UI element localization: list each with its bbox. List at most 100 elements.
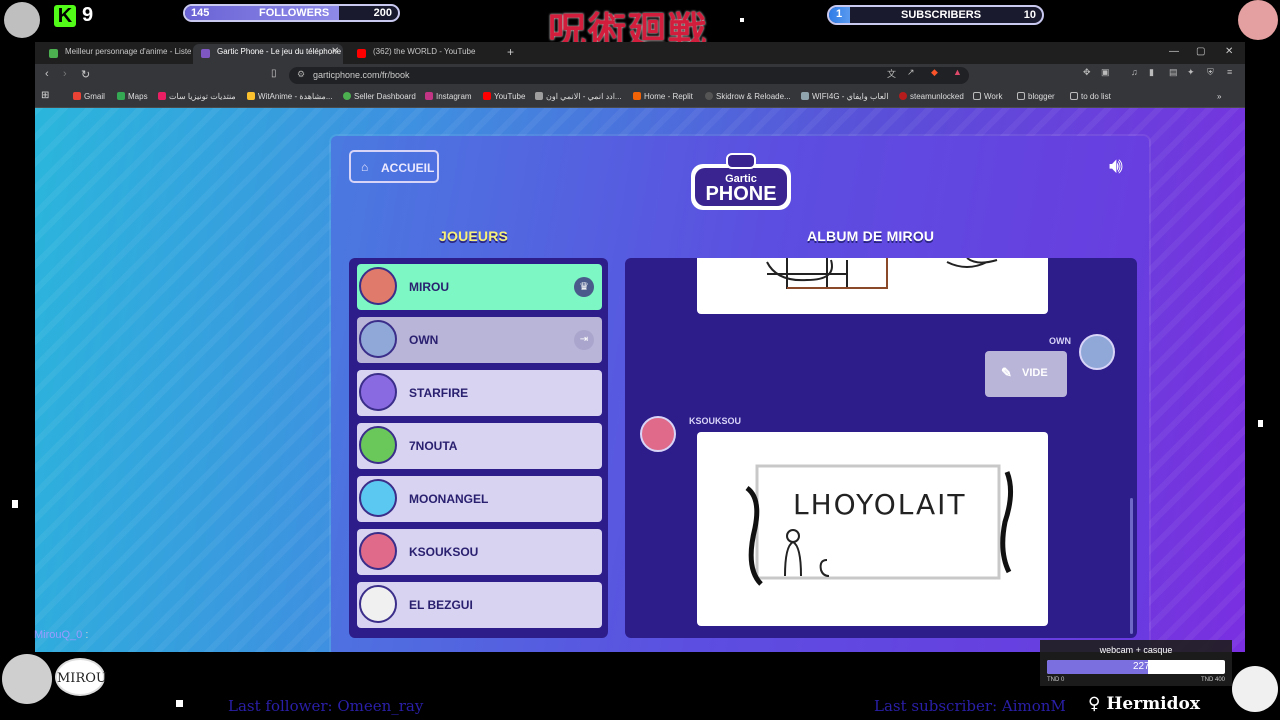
menu-icon[interactable]: ≡: [1227, 67, 1232, 77]
players-title: JOUEURS: [439, 228, 509, 244]
player-avatar: [359, 585, 397, 623]
wifi4g-icon: [801, 92, 809, 100]
subscribers-label: SUBSCRIBERS: [901, 9, 982, 21]
bookmark-witanime[interactable]: WitAnime - مشاهدة...: [247, 92, 332, 101]
more-bookmarks-chevron-icon[interactable]: »: [1217, 92, 1221, 101]
last-follower-text: Last follower: Omeen_ray: [228, 697, 424, 715]
drawing-sketch: LHOYOLAIT: [745, 464, 1013, 586]
anime-icon: [535, 92, 543, 100]
bookmark-replit[interactable]: Home - Replit: [633, 92, 693, 101]
bookmark-maps[interactable]: Maps: [117, 92, 148, 101]
bookmark-label: Gmail: [84, 92, 105, 101]
player-row: EL BEZGUI: [357, 582, 602, 628]
album-drawing-ksouksou: LHOYOLAIT: [697, 432, 1048, 626]
bookmark-tunisia-sat[interactable]: منتديات تونيزيا سات: [158, 92, 236, 101]
sound-speaker-icon[interactable]: 🔊︎: [1109, 153, 1123, 179]
own-avatar: [1079, 334, 1115, 370]
back-arrow-icon[interactable]: ‹: [45, 68, 49, 80]
bookmark-folder-todo[interactable]: to do list: [1070, 92, 1111, 101]
mirou-logo-badge: MIROU: [55, 658, 107, 696]
album-scrollbar[interactable]: [1130, 498, 1133, 634]
tab-youtube[interactable]: (362) the WORLD - YouTube: [349, 44, 499, 64]
bookmark-label: Work: [984, 92, 1003, 101]
chat-username: MirouQ_0: [34, 629, 83, 641]
subscribers-goal: 10: [1023, 9, 1036, 21]
bookmark-label: YouTube: [494, 92, 526, 101]
bookmark-folder-blogger[interactable]: blogger: [1017, 92, 1055, 101]
speck-decoration: [176, 700, 183, 707]
tab-gartic-phone[interactable]: Gartic Phone - Le jeu du téléphone: [193, 44, 343, 64]
site-info-icon[interactable]: ⚙: [297, 69, 305, 80]
address-bar[interactable]: ⚙ garticphone.com/fr/book: [289, 67, 969, 84]
bookmark-youtube[interactable]: YouTube: [483, 92, 525, 101]
crown-icon: ♛: [574, 277, 594, 297]
media-icon[interactable]: ♫: [1131, 67, 1138, 77]
players-list: MIROU ♛ OWN ⇥ STARFIRE 7NOUTA MOONANGEL …: [349, 258, 608, 638]
followers-label: FOLLOWERS: [259, 7, 330, 19]
brave-rewards-icon[interactable]: ▲: [953, 67, 962, 77]
player-name: MOONANGEL: [409, 492, 489, 506]
game-panel: ⌂ ACCUEIL Gartic PHONE 🔊︎ JOUEURS ALBUM …: [331, 136, 1149, 652]
player-avatar: [359, 320, 397, 358]
bookmark-instagram[interactable]: Instagram: [425, 92, 472, 101]
browser-window: Meilleur personnage d'anime - Liste Gart…: [35, 42, 1245, 652]
tab-bar: Meilleur personnage d'anime - Liste Gart…: [35, 42, 1245, 64]
player-row: OWN ⇥: [357, 317, 602, 363]
followers-current: 145: [191, 7, 210, 19]
bookmark-steamunlocked[interactable]: steamunlocked: [899, 92, 964, 101]
steam-icon: [899, 92, 907, 100]
vpn-icon[interactable]: ⛨: [1207, 67, 1214, 78]
maps-icon: [117, 92, 125, 100]
tab-title: (362) the WORLD - YouTube: [373, 47, 476, 56]
bookmark-icon[interactable]: ▯: [271, 68, 277, 79]
translate-icon[interactable]: 文: [887, 67, 896, 80]
youtube-icon: [483, 92, 491, 100]
folder-icon: [1070, 92, 1078, 100]
player-row: KSOUKSOU: [357, 529, 602, 575]
sidebar-icon[interactable]: ▣: [1101, 67, 1110, 78]
bookmark-gmail[interactable]: Gmail: [73, 92, 105, 101]
bookmark-wifi4g[interactable]: WIFI4G - العاب وايفاي: [801, 92, 888, 101]
hermidox-brand: ♀ Hermidox: [1088, 694, 1200, 714]
corner-avatar-right: [1238, 0, 1278, 40]
skidrow-icon: [705, 92, 713, 100]
bookmark-skidrow[interactable]: Skidrow & Reloade...: [705, 92, 791, 101]
speck-decoration: [1258, 420, 1263, 427]
forward-arrow-icon[interactable]: ›: [63, 68, 67, 80]
bookmark-label: Instagram: [436, 92, 472, 101]
tab-close-icon[interactable]: ✕: [331, 46, 339, 57]
album-drawing-previous: [697, 258, 1048, 314]
bookmark-label: Skidrow & Reloade...: [716, 92, 791, 101]
apps-grid-icon[interactable]: ⊞: [41, 90, 49, 101]
wallet-icon[interactable]: ▤: [1169, 67, 1178, 78]
leo-icon[interactable]: ✦: [1187, 67, 1195, 78]
bookmark-anime-online[interactable]: ادد انمي - الانمي اون...: [535, 92, 622, 101]
folder-icon: [973, 92, 981, 100]
home-button[interactable]: ⌂ ACCUEIL: [349, 150, 439, 183]
brave-shield-icon[interactable]: ◆: [931, 67, 938, 78]
kick-logo: K: [54, 5, 76, 27]
album-author-ksouksou: KSOUKSOU: [689, 416, 742, 426]
bookmark-seller-dashboard[interactable]: Seller Dashboard: [343, 92, 416, 101]
gartic-phone-logo: Gartic PHONE: [691, 153, 791, 210]
bookmark-folder-work[interactable]: Work: [973, 92, 1003, 101]
share-icon[interactable]: ↗: [907, 67, 915, 78]
instagram-icon: [425, 92, 433, 100]
bookmark-label: steamunlocked: [910, 92, 964, 101]
url-text: garticphone.com/fr/book: [313, 70, 410, 80]
new-tab-plus-icon[interactable]: +: [507, 45, 514, 59]
logo-main-text: PHONE: [705, 183, 776, 205]
reload-icon[interactable]: ↻: [81, 68, 90, 81]
extensions-icon[interactable]: ✥: [1083, 67, 1091, 78]
player-name: EL BEZGUI: [409, 598, 473, 612]
navigation-bar: ‹ › ↻ ▯ ⚙ garticphone.com/fr/book 文 ↗ ◆ …: [35, 64, 1245, 87]
speck-decoration: [740, 18, 744, 22]
album-feed[interactable]: OWN ✎ VIDE KSOUKSOU LHOYOLAIT: [625, 258, 1137, 638]
tab-anime-list[interactable]: Meilleur personnage d'anime - Liste: [41, 44, 191, 64]
maximize-icon[interactable]: ▢: [1196, 46, 1205, 57]
donation-goal-min: TND 0: [1047, 677, 1065, 683]
replit-icon: [633, 92, 641, 100]
minimize-icon[interactable]: —: [1169, 46, 1179, 57]
close-window-icon[interactable]: ✕: [1225, 46, 1233, 57]
split-view-icon[interactable]: ▮: [1149, 67, 1154, 78]
